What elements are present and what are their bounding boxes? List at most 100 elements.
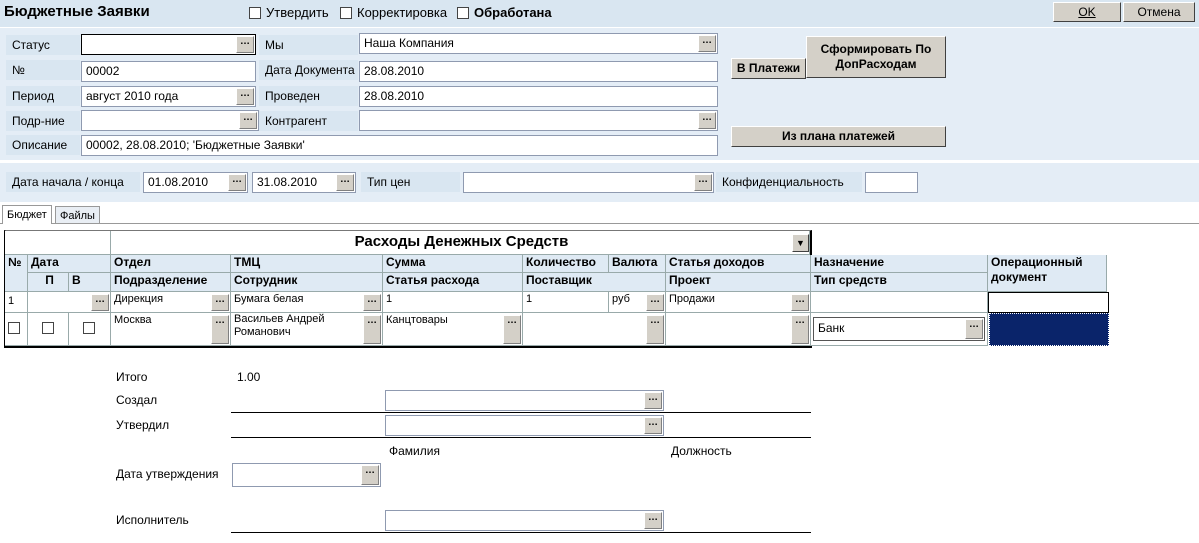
row-select-checkbox[interactable] [8,322,20,334]
ok-button[interactable]: OK [1053,2,1121,22]
we-field[interactable]: Наша Компания… [359,33,718,54]
cell-sum[interactable]: 1 [383,292,523,313]
processed-checkbox[interactable] [457,7,469,19]
posted-field[interactable]: 28.08.2010 [359,86,718,107]
price-type-select-icon[interactable]: … [694,174,712,191]
cell-currency[interactable]: руб… [609,292,666,313]
approved-select-icon[interactable]: … [644,417,662,434]
approved-field[interactable]: … [385,415,664,436]
status-select-icon[interactable]: … [236,36,254,53]
counterparty-select-icon[interactable]: … [698,112,716,129]
cell-employee[interactable]: Васильев Андрей Романович… [231,313,383,346]
cell-supplier-select-icon[interactable]: … [646,315,664,344]
we-label: Мы [259,35,358,55]
col-sum-header: Сумма [383,255,523,273]
approved-label: Утвердил [116,418,170,432]
cell-date[interactable]: … [28,292,111,313]
cell-no-2 [5,313,28,346]
correction-checkbox[interactable] [340,7,352,19]
docdate-label: Дата Документа [259,60,358,80]
cell-no[interactable]: 1 [5,292,28,313]
cell-purpose[interactable] [811,292,988,313]
cell-fundtype-select-icon[interactable]: … [965,319,983,339]
col-date-header: Дата [28,255,111,273]
col-project-header: Проект [666,273,811,292]
cell-supplier[interactable]: … [523,313,666,346]
cell-subdivision[interactable]: Москва… [111,313,231,346]
col-subdivision-header: Подразделение [111,273,231,292]
cell-dept[interactable]: Дирекция… [111,292,231,313]
col-dept-header: Отдел [111,255,231,273]
col-tmc-header: ТМЦ [231,255,383,273]
description-field[interactable]: 00002, 28.08.2010; 'Бюджетные Заявки' [81,135,718,156]
docdate-field[interactable]: 28.08.2010 [359,61,718,82]
col-expense-header: Статья расхода [383,273,523,292]
created-field[interactable]: … [385,390,664,411]
row-p-checkbox[interactable] [42,322,54,334]
approval-date-picker-icon[interactable]: … [361,465,379,485]
cell-tmc[interactable]: Бумага белая… [231,292,383,313]
col-currency-header: Валюта [609,255,666,273]
confidential-label: Конфиденциальность [716,172,862,192]
we-select-icon[interactable]: … [698,35,716,52]
approve-checkbox[interactable] [249,7,261,19]
cell-opdoc[interactable] [988,292,1109,313]
tab-files[interactable]: Файлы [55,206,100,223]
cell-tmc-select-icon[interactable]: … [363,294,381,311]
cell-subdivision-select-icon[interactable]: … [211,315,229,344]
cell-income-select-icon[interactable]: … [791,294,809,311]
grid-corner [5,231,111,255]
col-employee-header: Сотрудник [231,273,383,292]
tab-budget[interactable]: Бюджет [2,205,52,224]
cell-project-select-icon[interactable]: … [791,315,809,344]
col-fundtype-header: Тип средств [811,273,988,292]
created-select-icon[interactable]: … [644,392,662,409]
title-bar [0,0,1199,27]
confidential-field[interactable] [865,172,918,193]
window-title: Бюджетные Заявки [4,3,150,20]
dept-field[interactable]: … [81,110,259,131]
dates-label: Дата начала / конца [6,172,140,192]
row-v-checkbox[interactable] [83,322,95,334]
col-qty-header: Количество [523,255,609,273]
position-caption: Должность [671,444,732,458]
dept-select-icon[interactable]: … [239,112,257,129]
approval-date-field[interactable]: … [232,463,381,487]
cell-expense-select-icon[interactable]: … [503,315,521,344]
cell-project[interactable]: … [666,313,811,346]
executor-select-icon[interactable]: … [644,512,662,529]
counterparty-field[interactable]: … [359,110,718,131]
end-date-field[interactable]: 31.08.2010… [252,172,356,193]
cell-employee-select-icon[interactable]: … [363,315,381,344]
cell-income[interactable]: Продажи… [666,292,811,313]
start-date-picker-icon[interactable]: … [228,174,246,191]
number-field[interactable]: 00002 [81,61,256,82]
cell-p [28,313,69,346]
cancel-button[interactable]: Отмена [1123,2,1195,22]
start-date-field[interactable]: 01.08.2010… [143,172,248,193]
price-type-field[interactable]: … [463,172,714,193]
period-select-icon[interactable]: … [236,88,254,105]
cell-currency-select-icon[interactable]: … [646,294,664,311]
form-extra-expenses-button[interactable]: Сформировать По ДопРасходам [806,36,946,78]
period-field[interactable]: август 2010 года… [81,86,256,107]
to-payments-button[interactable]: В Платежи [731,58,806,79]
status-label: Статус [6,35,80,55]
cell-fundtype[interactable]: Банк… [813,317,985,341]
cell-expense[interactable]: Канцтовары… [383,313,523,346]
col-p-header: П [28,273,69,292]
correction-label: Корректировка [357,5,448,20]
end-date-picker-icon[interactable]: … [336,174,354,191]
from-payment-plan-button[interactable]: Из плана платежей [731,126,946,147]
col-income-header: Статья доходов [666,255,811,273]
cell-qty[interactable]: 1 [523,292,609,313]
executor-label: Исполнитель [116,513,189,527]
number-label: № [6,60,80,80]
tab-strip-line [0,223,1199,224]
section-dropdown-icon[interactable]: ▼ [792,234,809,252]
executor-field[interactable]: … [385,510,664,531]
cell-date-picker-icon[interactable]: … [91,294,109,311]
status-field[interactable]: … [81,34,256,55]
cell-opdoc-selected[interactable] [989,313,1109,346]
cell-dept-select-icon[interactable]: … [211,294,229,311]
